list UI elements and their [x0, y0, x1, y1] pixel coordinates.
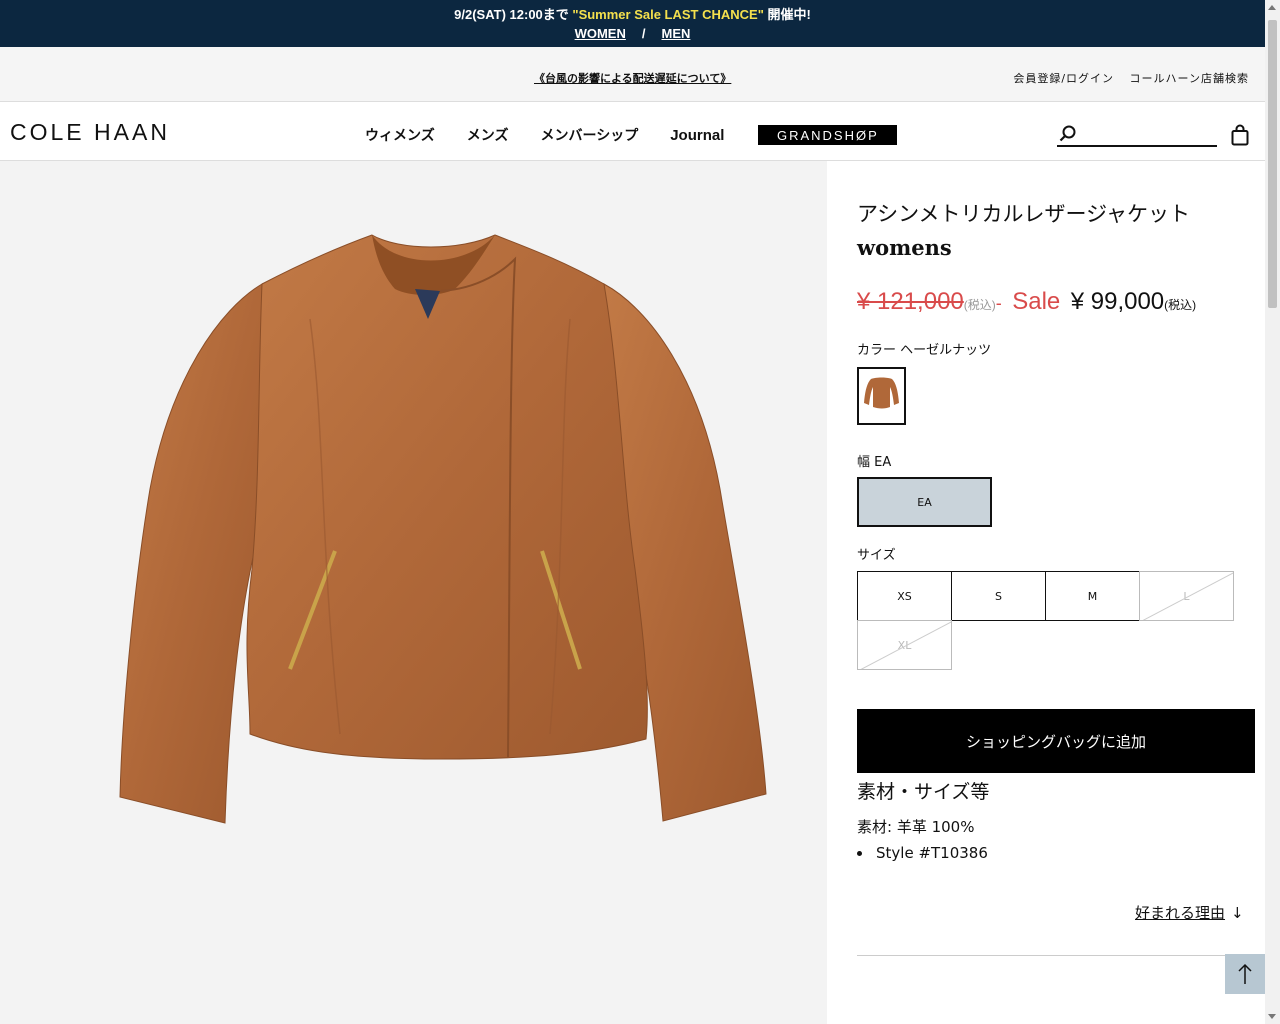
unavailable-strike-icon	[1142, 572, 1233, 620]
promo-suffix: 開催中!	[763, 7, 811, 22]
width-label: 幅 EA	[857, 455, 892, 470]
reason-link[interactable]: 好まれる理由 ↓	[1135, 902, 1244, 923]
color-label: カラー ヘーゼルナッツ	[857, 343, 992, 358]
price-row: ¥ 121,000(税込)- Sale ¥ 99,000(税込)	[857, 288, 1196, 316]
promo-text: 9/2(SAT) 12:00まで "Summer Sale LAST CHANC…	[0, 4, 1265, 23]
promo-separator: /	[641, 26, 646, 41]
reason-link-label: 好まれる理由	[1135, 904, 1226, 922]
price-dash: -	[995, 293, 1002, 313]
product-image[interactable]	[110, 229, 775, 829]
details-heading: 素材・サイズ等	[857, 781, 990, 803]
scrollbar-thumb[interactable]	[1268, 20, 1277, 308]
width-option-ea[interactable]: EA	[857, 477, 992, 527]
main-nav: ウィメンズ メンズ メンバーシップ Journal GRANDSHØP	[365, 125, 898, 145]
size-label: サイズ	[857, 548, 896, 563]
promo-banner: 9/2(SAT) 12:00まで "Summer Sale LAST CHANC…	[0, 0, 1265, 47]
size-option-l-unavailable: L	[1139, 571, 1234, 621]
nav-journal[interactable]: Journal	[670, 127, 724, 144]
promo-link-men[interactable]: MEN	[662, 26, 691, 41]
utility-bar: 《台風の影響による配送遅延について》 会員登録/ログイン コールハーン店舗検索	[0, 47, 1265, 102]
scroll-up-icon[interactable]	[1268, 5, 1276, 10]
section-divider	[857, 955, 1255, 956]
login-link[interactable]: 会員登録/ログイン	[1013, 72, 1114, 85]
size-option-m[interactable]: M	[1045, 571, 1140, 621]
brand-logo[interactable]: COLE HAAN	[10, 119, 170, 146]
arrow-down-icon: ↓	[1231, 904, 1244, 922]
store-search-link[interactable]: コールハーン店舗検索	[1130, 72, 1249, 85]
original-price: ¥ 121,000	[857, 288, 964, 315]
search-icon[interactable]	[1059, 125, 1077, 147]
size-option-s[interactable]: S	[951, 571, 1046, 621]
original-tax-note: (税込)	[963, 298, 996, 312]
unavailable-strike-icon	[860, 621, 951, 669]
scroll-down-icon[interactable]	[1268, 1014, 1276, 1019]
sale-price: ¥ 99,000	[1070, 288, 1165, 315]
product-image-area	[0, 161, 827, 1024]
product-title: アシンメトリカルレザージャケット	[857, 202, 1191, 226]
site-header: COLE HAAN ウィメンズ メンズ メンバーシップ Journal GRAN…	[0, 102, 1265, 161]
search-bar	[1057, 123, 1217, 147]
search-input[interactable]	[1081, 125, 1215, 143]
material-text: 素材: 羊革 100%	[857, 818, 975, 836]
nav-grandshop[interactable]: GRANDSHØP	[758, 125, 898, 145]
utility-links: 会員登録/ログイン コールハーン店舗検索	[1001, 70, 1249, 86]
size-option-xs[interactable]: XS	[857, 571, 952, 621]
product-subtitle: womens	[857, 235, 952, 260]
promo-highlight: "Summer Sale LAST CHANCE"	[572, 7, 764, 22]
nav-mens[interactable]: メンズ	[467, 125, 509, 145]
nav-membership[interactable]: メンバーシップ	[540, 125, 638, 145]
nav-womens[interactable]: ウィメンズ	[365, 125, 435, 145]
delivery-notice-link[interactable]: 《台風の影響による配送遅延について》	[534, 70, 731, 86]
bullet-icon	[857, 851, 862, 856]
page-scrollbar[interactable]	[1265, 0, 1280, 1024]
sale-tax-note: (税込)	[1164, 298, 1197, 312]
back-to-top-button[interactable]	[1225, 954, 1265, 994]
promo-prefix: 9/2(SAT) 12:00まで	[454, 7, 573, 22]
shopping-bag-icon[interactable]	[1231, 124, 1249, 150]
style-number: Style #T10386	[876, 844, 988, 862]
color-swatch-hazelnut[interactable]	[857, 367, 906, 425]
promo-link-women[interactable]: WOMEN	[575, 26, 626, 41]
size-option-xl-unavailable: XL	[857, 620, 952, 670]
promo-links: WOMEN / MEN	[0, 26, 1265, 41]
arrow-up-icon	[1238, 963, 1252, 984]
sale-label: Sale	[1012, 288, 1061, 315]
style-number-item: Style #T10386	[857, 844, 988, 862]
add-to-bag-button[interactable]: ショッピングバッグに追加	[857, 709, 1255, 773]
